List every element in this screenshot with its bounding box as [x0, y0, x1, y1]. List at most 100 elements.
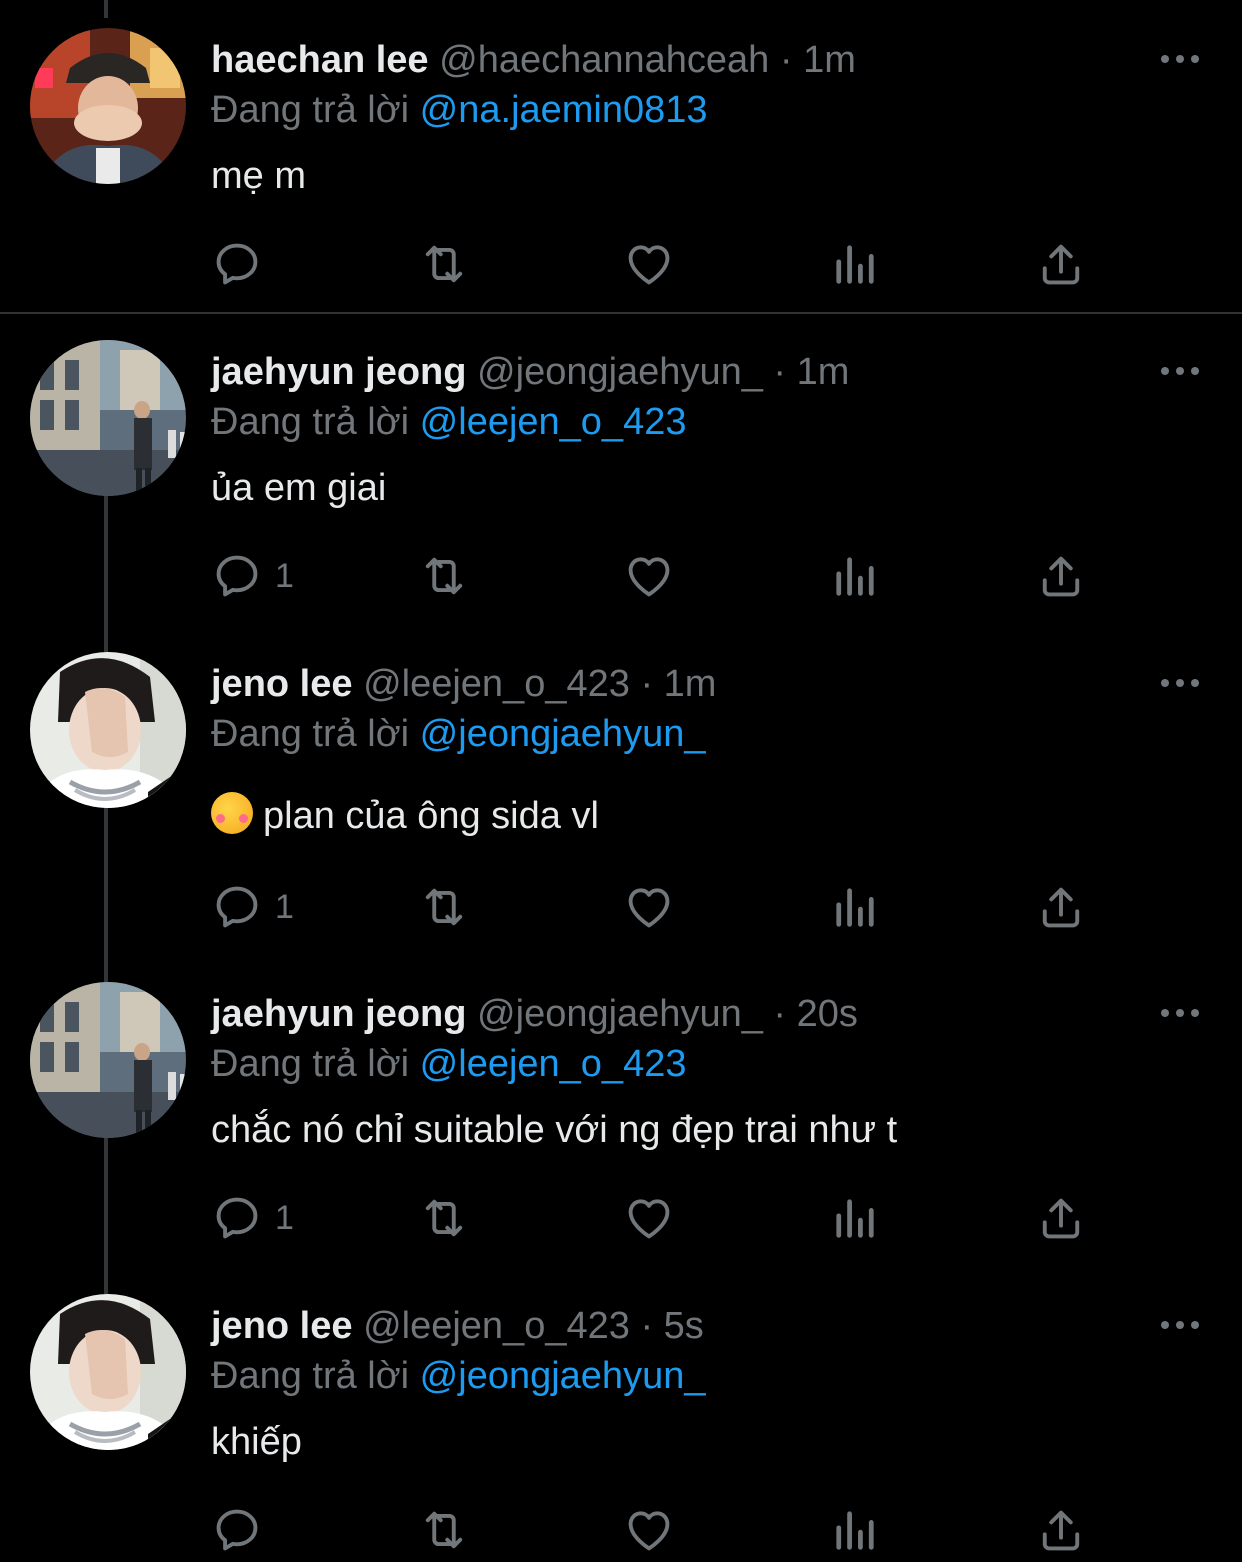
action-bar: 1 — [211, 879, 1111, 935]
user-handle[interactable]: @leejen_o_423 — [363, 663, 630, 705]
tweet-text: plan của ông sida vl — [263, 795, 599, 837]
reply-icon — [211, 1192, 263, 1244]
views-icon — [829, 881, 881, 933]
replying-to: Đang trả lời @na.jaemin0813 — [211, 86, 708, 134]
share-icon — [1035, 550, 1087, 602]
reply-button[interactable]: 1 — [211, 548, 294, 604]
mention-link[interactable]: @jeongjaehyun_ — [420, 1355, 706, 1397]
display-name[interactable]: jaehyun jeong — [211, 351, 466, 393]
reply-button[interactable]: 1 — [211, 1190, 294, 1246]
reply-button[interactable] — [211, 1502, 275, 1558]
replying-label: Đang trả lời — [211, 1355, 410, 1397]
tweet[interactable]: jaehyun jeong @jeongjaehyun_ · 20s Đang … — [0, 982, 1242, 1272]
user-handle[interactable]: @leejen_o_423 — [363, 1305, 630, 1347]
timestamp[interactable]: 1m — [803, 39, 856, 81]
more-options-icon[interactable] — [1158, 1310, 1202, 1340]
views-icon — [829, 238, 881, 290]
avatar[interactable] — [30, 340, 186, 496]
reply-icon — [211, 881, 263, 933]
like-button[interactable] — [623, 548, 675, 604]
avatar[interactable] — [30, 28, 186, 184]
reply-icon — [211, 550, 263, 602]
retweet-button[interactable] — [414, 1502, 474, 1558]
like-button[interactable] — [623, 879, 675, 935]
like-button[interactable] — [623, 1502, 675, 1558]
timestamp[interactable]: 5s — [664, 1305, 704, 1347]
tweet-text: mẹ m — [211, 155, 306, 197]
tweet[interactable]: jeno lee @leejen_o_423 · 1m Đang trả lời… — [0, 652, 1242, 952]
retweet-icon — [414, 881, 474, 933]
reply-count: 1 — [275, 888, 294, 926]
display-name[interactable]: jaehyun jeong — [211, 993, 466, 1035]
reply-count: 1 — [275, 557, 294, 595]
share-button[interactable] — [1035, 1502, 1087, 1558]
views-button[interactable] — [829, 236, 881, 292]
mention-link[interactable]: @jeongjaehyun_ — [420, 713, 706, 755]
avatar[interactable] — [30, 1294, 186, 1450]
mention-link[interactable]: @na.jaemin0813 — [420, 89, 708, 131]
reply-button[interactable] — [211, 236, 275, 292]
share-icon — [1035, 238, 1087, 290]
tweet-text: ủa em giai — [211, 467, 387, 509]
tweet[interactable]: jeno lee @leejen_o_423 · 5s Đang trả lời… — [0, 1294, 1242, 1562]
views-button[interactable] — [829, 879, 881, 935]
user-handle[interactable]: @haechannahceah — [439, 39, 769, 81]
user-handle[interactable]: @jeongjaehyun_ — [477, 351, 763, 393]
replying-label: Đang trả lời — [211, 1043, 410, 1085]
separator-dot: · — [779, 39, 793, 81]
reply-count: 1 — [275, 1199, 294, 1237]
retweet-button[interactable] — [414, 1190, 474, 1246]
retweet-button[interactable] — [414, 548, 474, 604]
share-button[interactable] — [1035, 1190, 1087, 1246]
share-button[interactable] — [1035, 548, 1087, 604]
replying-to: Đang trả lời @leejen_o_423 — [211, 1040, 686, 1088]
share-button[interactable] — [1035, 236, 1087, 292]
avatar[interactable] — [30, 652, 186, 808]
like-button[interactable] — [623, 1190, 675, 1246]
timestamp[interactable]: 1m — [664, 663, 717, 705]
share-button[interactable] — [1035, 879, 1087, 935]
timestamp[interactable]: 1m — [797, 351, 850, 393]
timestamp[interactable]: 20s — [797, 993, 858, 1035]
tweet-text: chắc nó chỉ suitable với ng đẹp trai như… — [211, 1109, 898, 1151]
retweet-button[interactable] — [414, 879, 474, 935]
more-options-icon[interactable] — [1158, 356, 1202, 386]
views-button[interactable] — [829, 1502, 881, 1558]
separator-dot: · — [640, 663, 654, 705]
tweet-header: jaehyun jeong @jeongjaehyun_ · 1m — [211, 348, 849, 396]
display-name[interactable]: jeno lee — [211, 663, 353, 705]
divider — [0, 312, 1242, 314]
mention-link[interactable]: @leejen_o_423 — [420, 401, 687, 443]
thread-line-top — [104, 0, 108, 18]
retweet-icon — [414, 1504, 474, 1556]
more-options-icon[interactable] — [1158, 668, 1202, 698]
replying-to: Đang trả lời @leejen_o_423 — [211, 398, 686, 446]
like-icon — [623, 550, 675, 602]
views-button[interactable] — [829, 1190, 881, 1246]
like-button[interactable] — [623, 236, 675, 292]
display-name[interactable]: jeno lee — [211, 1305, 353, 1347]
views-button[interactable] — [829, 548, 881, 604]
smiling-face-with-hearts-emoji — [211, 792, 253, 834]
tweet-header: jeno lee @leejen_o_423 · 5s — [211, 1302, 704, 1350]
user-handle[interactable]: @jeongjaehyun_ — [477, 993, 763, 1035]
retweet-button[interactable] — [414, 236, 474, 292]
more-options-icon[interactable] — [1158, 998, 1202, 1028]
reply-button[interactable]: 1 — [211, 879, 294, 935]
tweet-text: khiếp — [211, 1421, 302, 1463]
more-options-icon[interactable] — [1158, 44, 1202, 74]
like-icon — [623, 1192, 675, 1244]
reply-icon — [211, 1504, 263, 1556]
retweet-icon — [414, 238, 474, 290]
avatar[interactable] — [30, 982, 186, 1138]
tweet[interactable]: jaehyun jeong @jeongjaehyun_ · 1m Đang t… — [0, 340, 1242, 610]
tweet[interactable]: haechan lee @haechannahceah · 1m Đang tr… — [0, 28, 1242, 298]
mention-link[interactable]: @leejen_o_423 — [420, 1043, 687, 1085]
tweet-header: jeno lee @leejen_o_423 · 1m — [211, 660, 716, 708]
replying-label: Đang trả lời — [211, 713, 410, 755]
replying-label: Đang trả lời — [211, 89, 410, 131]
display-name[interactable]: haechan lee — [211, 39, 429, 81]
action-bar — [211, 1502, 1111, 1558]
action-bar: 1 — [211, 548, 1111, 604]
replying-label: Đang trả lời — [211, 401, 410, 443]
